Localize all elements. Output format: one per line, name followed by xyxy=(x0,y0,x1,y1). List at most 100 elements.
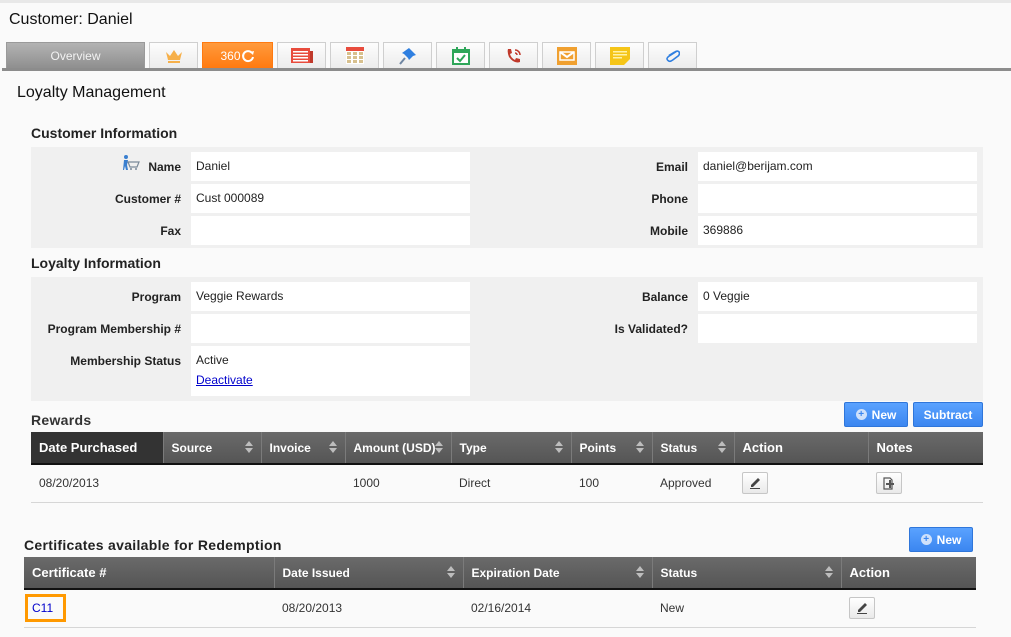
validated-field xyxy=(698,314,977,343)
program-label: Program xyxy=(131,290,181,304)
tab-calendar[interactable] xyxy=(330,42,379,68)
certificates-new-button[interactable]: + New xyxy=(909,527,973,552)
sort-icon[interactable] xyxy=(244,441,253,455)
cell-date-issued: 08/20/2013 xyxy=(274,589,463,628)
name-label: Name xyxy=(148,160,181,174)
col-label: Notes xyxy=(876,440,913,455)
customer-number-field: Cust 000089 xyxy=(191,184,470,213)
cell-action xyxy=(734,464,868,503)
tab-invoices[interactable] xyxy=(277,42,326,68)
col-label: Certificate # xyxy=(32,565,107,580)
col-expiration-date[interactable]: Expiration Date xyxy=(463,557,653,590)
cell-certificate: C11 xyxy=(24,589,274,628)
rewards-heading-text: Rewards xyxy=(31,412,92,428)
rewards-heading: Rewards xyxy=(31,412,91,428)
sort-icon[interactable] xyxy=(824,566,833,580)
tab-overview[interactable]: Overview xyxy=(6,42,145,68)
table-row: C11 08/20/2013 02/16/2014 New xyxy=(24,589,976,628)
fax-field xyxy=(191,216,470,245)
certificate-link[interactable]: C11 xyxy=(25,594,67,623)
balance-field: 0 Veggie xyxy=(698,282,977,311)
tab-notes[interactable] xyxy=(595,42,644,68)
col-action: Action xyxy=(734,432,869,465)
col-status[interactable]: Status xyxy=(652,432,735,465)
certificates-table: Certificate # Date Issued Expiration Dat… xyxy=(24,557,976,628)
sticky-note-icon xyxy=(609,46,630,65)
certificates-heading-text: Certificates available for Redemption xyxy=(24,537,282,553)
col-label: Invoice xyxy=(269,440,311,455)
cell-notes xyxy=(868,464,983,503)
col-amount[interactable]: Amount (USD) xyxy=(345,432,452,465)
tab-360[interactable]: 360 xyxy=(202,42,273,68)
sort-icon[interactable] xyxy=(717,441,726,455)
cell-cert-action xyxy=(841,589,976,628)
document-list-icon xyxy=(290,48,313,63)
cell-date: 08/20/2013 xyxy=(31,464,163,503)
fax-label: Fax xyxy=(160,224,181,238)
sort-icon[interactable] xyxy=(635,566,644,580)
col-source[interactable]: Source xyxy=(163,432,262,465)
cell-invoice xyxy=(261,464,345,503)
rewards-new-label: New xyxy=(871,407,897,422)
col-label: Status xyxy=(660,565,698,580)
col-label: Points xyxy=(579,440,617,455)
certificates-heading: Certificates available for Redemption xyxy=(24,537,282,553)
loyalty-info-heading: Loyalty Information xyxy=(31,255,161,271)
balance-label: Balance xyxy=(641,290,688,304)
refresh-icon xyxy=(241,49,254,62)
membership-number-label: Program Membership # xyxy=(47,322,181,336)
phone-label: Phone xyxy=(651,192,688,206)
tab-tasks[interactable] xyxy=(436,42,485,68)
col-certificate: Certificate # xyxy=(24,557,275,590)
cell-status: Approved xyxy=(652,464,734,503)
col-cert-status[interactable]: Status xyxy=(652,557,842,590)
paperclip-icon xyxy=(665,49,680,62)
edit-certificate-button[interactable] xyxy=(849,597,875,620)
tab-calls[interactable] xyxy=(489,42,538,68)
add-note-button[interactable] xyxy=(876,472,902,495)
col-date-purchased[interactable]: Date Purchased xyxy=(31,432,164,465)
col-label: Action xyxy=(742,440,783,455)
cell-expiration: 02/16/2014 xyxy=(463,589,652,628)
col-notes: Notes xyxy=(868,432,983,465)
tab-email[interactable] xyxy=(542,42,591,68)
sort-icon[interactable] xyxy=(434,441,443,455)
col-label: Source xyxy=(171,440,213,455)
tab-loyalty[interactable] xyxy=(149,42,198,68)
col-label: Expiration Date xyxy=(471,565,560,580)
program-field: Veggie Rewards xyxy=(191,282,470,311)
phone-field xyxy=(698,184,977,213)
customer-info-heading: Customer Information xyxy=(31,125,178,141)
rewards-new-button[interactable]: + New xyxy=(844,402,908,427)
col-type[interactable]: Type xyxy=(451,432,572,465)
validated-label: Is Validated? xyxy=(614,322,688,336)
edit-button[interactable] xyxy=(742,472,768,495)
sort-icon[interactable] xyxy=(328,441,337,455)
section-title: Loyalty Management xyxy=(17,84,166,101)
plus-circle-icon: + xyxy=(920,534,932,545)
tab-pin[interactable] xyxy=(383,42,432,68)
deactivate-link[interactable]: Deactivate xyxy=(196,373,465,387)
tab-bar-rule xyxy=(2,68,1011,71)
sort-icon[interactable] xyxy=(635,441,644,455)
col-date-issued[interactable]: Date Issued xyxy=(274,557,464,590)
cell-cert-status: New xyxy=(652,589,841,628)
email-label: Email xyxy=(655,160,688,174)
col-invoice[interactable]: Invoice xyxy=(261,432,346,465)
tab-attachments[interactable] xyxy=(648,42,697,68)
membership-status-label: Membership Status xyxy=(70,354,181,368)
top-border xyxy=(0,0,1011,3)
subtract-button[interactable]: Subtract xyxy=(913,402,983,427)
envelope-icon xyxy=(556,46,577,65)
name-field: Daniel xyxy=(191,152,470,181)
col-points[interactable]: Points xyxy=(571,432,653,465)
rewards-table: Date Purchased Source Invoice Amount (US… xyxy=(31,432,983,503)
col-label: Date Issued xyxy=(282,565,350,580)
membership-number-field xyxy=(191,314,470,343)
pencil-icon xyxy=(750,478,760,490)
sort-icon[interactable] xyxy=(554,441,563,455)
crown-icon xyxy=(165,49,182,63)
sort-icon[interactable] xyxy=(446,566,455,580)
col-cert-action: Action xyxy=(841,557,976,590)
col-label: Amount (USD) xyxy=(353,440,436,455)
